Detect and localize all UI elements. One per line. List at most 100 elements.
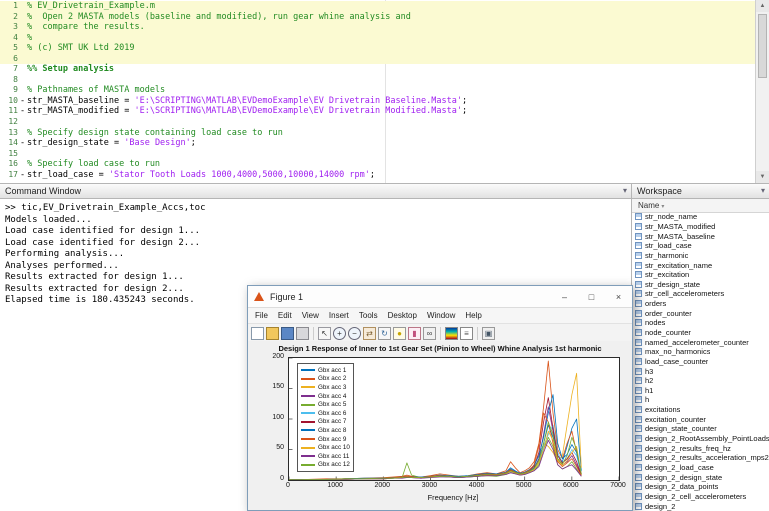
workspace-variable-row[interactable]: h [632, 395, 769, 405]
menu-item-edit[interactable]: Edit [273, 311, 297, 320]
legend-item[interactable]: Gbx acc 1 [301, 366, 350, 375]
editor-line[interactable]: 4 % [0, 33, 755, 44]
workspace-variable-row[interactable]: design_2_design_state [632, 472, 769, 482]
executable-marker [18, 12, 27, 23]
variable-icon [635, 464, 642, 471]
workspace-variable-row[interactable]: design_2_RootAssembly_PointLoads [632, 434, 769, 444]
workspace-variable-row[interactable]: h1 [632, 386, 769, 396]
workspace-name-column-header[interactable]: Name▾ [632, 199, 769, 213]
legend-item[interactable]: Gbx acc 12 [301, 461, 350, 470]
workspace-variable-row[interactable]: design_state_counter [632, 424, 769, 434]
menu-item-help[interactable]: Help [460, 311, 486, 320]
dock-figure-icon[interactable]: ▣ [482, 327, 495, 340]
zoom-out-icon[interactable]: − [348, 327, 361, 340]
editor-line[interactable]: 1 % EV_Drivetrain_Example.m [0, 1, 755, 12]
editor-line[interactable]: 9 % Pathnames of MASTA models [0, 85, 755, 96]
editor-line[interactable]: 17-str_load_case = 'Stator Tooth Loads 1… [0, 170, 755, 181]
workspace-variable-row[interactable]: design_2 [632, 501, 769, 511]
workspace-variable-row[interactable]: str_harmonic [632, 251, 769, 261]
editor-line[interactable]: 10-str_MASTA_baseline = 'E:\SCRIPTING\MA… [0, 96, 755, 107]
code-editor[interactable]: 1 % EV_Drivetrain_Example.m2 % Open 2 MA… [0, 0, 769, 184]
pan-icon[interactable]: ⇄ [363, 327, 376, 340]
legend-item[interactable]: Gbx acc 5 [301, 400, 350, 409]
editor-line[interactable]: 16 % Specify load case to run [0, 159, 755, 170]
workspace-variable-row[interactable]: load_case_counter [632, 357, 769, 367]
editor-line[interactable]: 8 [0, 75, 755, 86]
insert-colorbar-icon[interactable] [445, 327, 458, 340]
legend-item[interactable]: Gbx acc 9 [301, 435, 350, 444]
workspace-variable-row[interactable]: node_counter [632, 328, 769, 338]
workspace-variable-row[interactable]: design_2_data_points [632, 482, 769, 492]
new-figure-icon[interactable] [251, 327, 264, 340]
data-cursor-icon[interactable]: ● [393, 327, 406, 340]
workspace-variable-row[interactable]: nodes [632, 318, 769, 328]
menu-item-file[interactable]: File [250, 311, 273, 320]
workspace-variable-row[interactable]: excitation_counter [632, 414, 769, 424]
workspace-variable-row[interactable]: str_MASTA_modified [632, 222, 769, 232]
workspace-variable-row[interactable]: str_node_name [632, 212, 769, 222]
editor-line[interactable]: 7 %% Setup analysis [0, 64, 755, 75]
workspace-variable-row[interactable]: design_2_cell_accelerometers [632, 492, 769, 502]
workspace-variable-row[interactable]: str_cell_accelerometers [632, 289, 769, 299]
workspace-variable-row[interactable]: str_excitation_name [632, 260, 769, 270]
brush-data-icon[interactable]: ▮ [408, 327, 421, 340]
legend-item[interactable]: Gbx acc 4 [301, 392, 350, 401]
save-figure-icon[interactable] [281, 327, 294, 340]
executable-marker [18, 75, 27, 86]
workspace-variable-row[interactable]: design_2_results_freq_hz [632, 443, 769, 453]
figure-titlebar[interactable]: Figure 1 –□× [248, 286, 632, 308]
editor-line[interactable]: 11-str_MASTA_modified = 'E:\SCRIPTING\MA… [0, 106, 755, 117]
editor-line[interactable]: 15 [0, 149, 755, 160]
legend-item[interactable]: Gbx acc 8 [301, 426, 350, 435]
legend-item[interactable]: Gbx acc 2 [301, 375, 350, 384]
workspace-variable-row[interactable]: str_MASTA_baseline [632, 231, 769, 241]
workspace-variable-row[interactable]: str_load_case [632, 241, 769, 251]
print-figure-icon[interactable] [296, 327, 309, 340]
menu-item-view[interactable]: View [297, 311, 324, 320]
menu-item-window[interactable]: Window [422, 311, 460, 320]
workspace-variable-row[interactable]: design_2_load_case [632, 463, 769, 473]
workspace-variable-row[interactable]: order_counter [632, 308, 769, 318]
editor-line[interactable]: 6 [0, 54, 755, 65]
menu-item-insert[interactable]: Insert [324, 311, 354, 320]
workspace-variable-row[interactable]: design_2_results_acceleration_mps2 [632, 453, 769, 463]
workspace-variable-row[interactable]: str_excitation [632, 270, 769, 280]
legend-item[interactable]: Gbx acc 7 [301, 418, 350, 427]
legend-item[interactable]: Gbx acc 11 [301, 452, 350, 461]
legend-item[interactable]: Gbx acc 10 [301, 443, 350, 452]
insert-legend-icon[interactable]: ≡ [460, 327, 473, 340]
maximize-button[interactable]: □ [578, 287, 605, 307]
zoom-in-icon[interactable]: + [333, 327, 346, 340]
menu-item-desktop[interactable]: Desktop [383, 311, 422, 320]
close-button[interactable]: × [605, 287, 632, 307]
workspace-variable-row[interactable]: named_accelerometer_counter [632, 337, 769, 347]
workspace-variable-row[interactable]: h3 [632, 366, 769, 376]
scroll-down-icon[interactable]: ▼ [756, 171, 769, 183]
open-file-icon[interactable] [266, 327, 279, 340]
legend-item[interactable]: Gbx acc 3 [301, 383, 350, 392]
plot-legend[interactable]: Gbx acc 1Gbx acc 2Gbx acc 3Gbx acc 4Gbx … [297, 363, 354, 472]
workspace-variable-row[interactable]: h2 [632, 376, 769, 386]
panel-menu-icon[interactable]: ▾ [623, 184, 627, 198]
editor-line[interactable]: 12 [0, 117, 755, 128]
scroll-up-icon[interactable]: ▲ [756, 0, 769, 12]
editor-line[interactable]: 5 % (c) SMT UK Ltd 2019 [0, 43, 755, 54]
editor-line[interactable]: 13 % Specify design state containing loa… [0, 128, 755, 139]
link-plot-icon[interactable]: ∞ [423, 327, 436, 340]
editor-line[interactable]: 3 % compare the results. [0, 22, 755, 33]
editor-line[interactable]: 2 % Open 2 MASTA models (baseline and mo… [0, 12, 755, 23]
panel-menu-icon[interactable]: ▾ [761, 184, 765, 198]
rotate-3d-icon[interactable]: ↻ [378, 327, 391, 340]
workspace-variable-row[interactable]: orders [632, 299, 769, 309]
editor-scrollbar[interactable]: ▲ ▼ [755, 0, 769, 183]
workspace-variable-row[interactable]: excitations [632, 405, 769, 415]
workspace-variable-row[interactable]: str_design_state [632, 279, 769, 289]
minimize-button[interactable]: – [551, 287, 578, 307]
workspace-variable-row[interactable]: max_no_harmonics [632, 347, 769, 357]
menu-item-tools[interactable]: Tools [354, 311, 383, 320]
plot-axes[interactable]: Gbx acc 1Gbx acc 2Gbx acc 3Gbx acc 4Gbx … [288, 357, 620, 481]
edit-plot-icon[interactable]: ↖ [318, 327, 331, 340]
scrollbar-thumb[interactable] [758, 14, 767, 78]
editor-line[interactable]: 14-str_design_state = 'Base Design'; [0, 138, 755, 149]
legend-item[interactable]: Gbx acc 6 [301, 409, 350, 418]
